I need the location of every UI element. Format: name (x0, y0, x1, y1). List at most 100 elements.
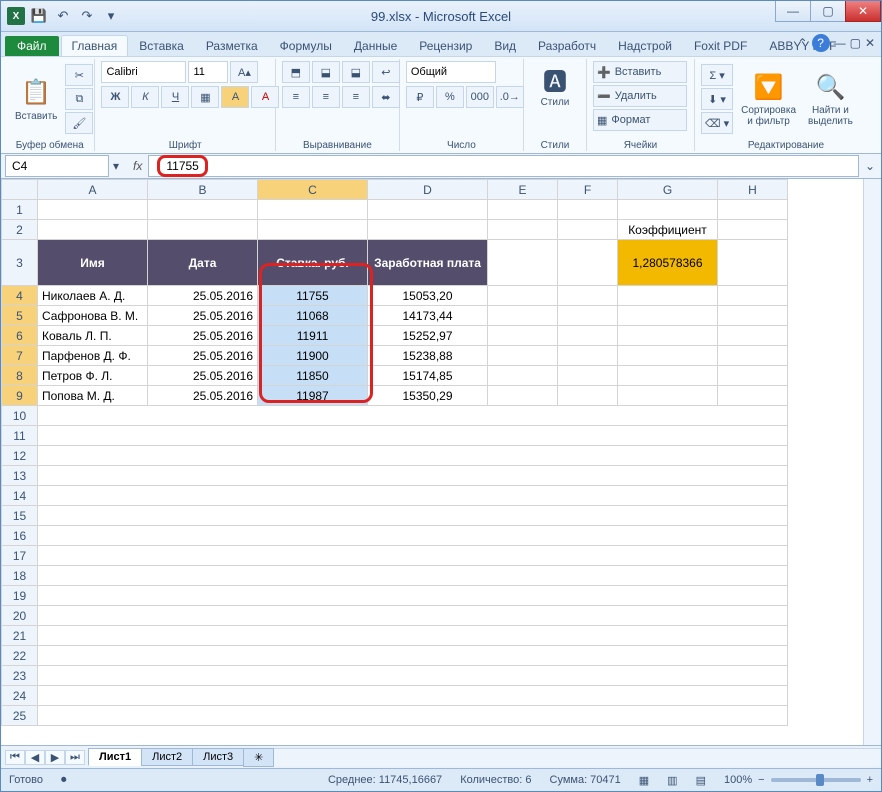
format-painter-button[interactable]: 🖌 (65, 112, 93, 134)
row-header-1[interactable]: 1 (2, 200, 38, 220)
row-header-2[interactable]: 2 (2, 220, 38, 240)
col-header-F[interactable]: F (558, 180, 618, 200)
merge-button[interactable]: ⬌ (372, 86, 400, 108)
row-header-22[interactable]: 22 (2, 646, 38, 666)
autosum-button[interactable]: Σ ▾ (701, 64, 733, 86)
sheet-tab-3[interactable]: Лист3 (192, 748, 244, 766)
row-header-20[interactable]: 20 (2, 606, 38, 626)
maximize-button[interactable]: ▢ (810, 1, 846, 22)
row-header-18[interactable]: 18 (2, 566, 38, 586)
tab-developer[interactable]: Разработч (527, 35, 607, 56)
cell-D4[interactable]: 15053,20 (368, 286, 488, 306)
align-middle-button[interactable]: ⬓ (312, 61, 340, 83)
delete-cells-button[interactable]: ➖ Удалить (593, 85, 687, 107)
select-all-corner[interactable] (2, 180, 38, 200)
row-header-17[interactable]: 17 (2, 546, 38, 566)
view-pagebreak-icon[interactable]: ▤ (696, 774, 706, 787)
name-box-dropdown-icon[interactable]: ▾ (113, 159, 119, 173)
header-rate[interactable]: Ставка. руб. (258, 240, 368, 286)
redo-button[interactable]: ↷ (77, 6, 97, 26)
styles-button[interactable]: 🅰 Стили (530, 61, 580, 110)
row-header-15[interactable]: 15 (2, 506, 38, 526)
row-header-24[interactable]: 24 (2, 686, 38, 706)
workbook-restore-icon[interactable]: ▢ (850, 36, 861, 50)
row-header-14[interactable]: 14 (2, 486, 38, 506)
name-box[interactable]: C4 (5, 155, 109, 177)
fx-icon[interactable]: fx (127, 159, 148, 173)
paste-button[interactable]: 📋 Вставить (11, 75, 61, 124)
cell-B7[interactable]: 25.05.2016 (148, 346, 258, 366)
horizontal-scrollbar[interactable] (274, 748, 881, 766)
col-header-D[interactable]: D (368, 180, 488, 200)
cell-D9[interactable]: 15350,29 (368, 386, 488, 406)
cell-D6[interactable]: 15252,97 (368, 326, 488, 346)
cell-C5[interactable]: 11068 (258, 306, 368, 326)
format-cells-button[interactable]: ▦ Формат (593, 109, 687, 131)
row-header-13[interactable]: 13 (2, 466, 38, 486)
vertical-scrollbar[interactable] (863, 179, 881, 745)
row-header-9[interactable]: 9 (2, 386, 38, 406)
sheet-nav-next-icon[interactable]: ▶ (45, 750, 65, 765)
cell-A9[interactable]: Попова М. Д. (38, 386, 148, 406)
undo-button[interactable]: ↶ (53, 6, 73, 26)
cell-C7[interactable]: 11900 (258, 346, 368, 366)
cell-C4[interactable]: 11755 (258, 286, 368, 306)
tab-addins[interactable]: Надстрой (607, 35, 683, 56)
row-header-25[interactable]: 25 (2, 706, 38, 726)
header-date[interactable]: Дата (148, 240, 258, 286)
insert-cells-button[interactable]: ➕ Вставить (593, 61, 687, 83)
row-header-8[interactable]: 8 (2, 366, 38, 386)
col-header-H[interactable]: H (718, 180, 788, 200)
sheet-tab-2[interactable]: Лист2 (141, 748, 193, 766)
formula-input[interactable]: 11755 (148, 155, 859, 177)
sort-filter-button[interactable]: 🔽 Сортировка и фильтр (737, 69, 800, 129)
cell-A8[interactable]: Петров Ф. Л. (38, 366, 148, 386)
tab-layout[interactable]: Разметка (195, 35, 269, 56)
italic-button[interactable]: К (131, 86, 159, 108)
cell-D8[interactable]: 15174,85 (368, 366, 488, 386)
align-left-button[interactable]: ≡ (282, 86, 310, 108)
zoom-in-button[interactable]: + (867, 774, 873, 786)
inc-decimal-button[interactable]: .0→ (496, 86, 524, 108)
col-header-E[interactable]: E (488, 180, 558, 200)
formula-expand-icon[interactable]: ⌄ (859, 159, 881, 173)
view-layout-icon[interactable]: ▥ (667, 774, 677, 787)
cell-C6[interactable]: 11911 (258, 326, 368, 346)
align-right-button[interactable]: ≡ (342, 86, 370, 108)
cell-A7[interactable]: Парфенов Д. Ф. (38, 346, 148, 366)
cell-A6[interactable]: Коваль Л. П. (38, 326, 148, 346)
underline-button[interactable]: Ч (161, 86, 189, 108)
tab-insert[interactable]: Вставка (128, 35, 195, 56)
worksheet-grid[interactable]: A B C D E F G H 1 2Коэффициент 3 Имя Дат… (1, 179, 788, 726)
row-header-4[interactable]: 4 (2, 286, 38, 306)
col-header-A[interactable]: A (38, 180, 148, 200)
qat-dropdown-icon[interactable]: ▾ (101, 6, 121, 26)
cell-A5[interactable]: Сафронова В. М. (38, 306, 148, 326)
ribbon-minimize-icon[interactable]: ⌃ (798, 36, 808, 50)
fill-button[interactable]: ⬇ ▾ (701, 88, 733, 110)
currency-button[interactable]: ₽ (406, 86, 434, 108)
save-button[interactable]: 💾 (29, 6, 49, 26)
col-header-C[interactable]: C (258, 180, 368, 200)
cell-B9[interactable]: 25.05.2016 (148, 386, 258, 406)
col-header-G[interactable]: G (618, 180, 718, 200)
header-name[interactable]: Имя (38, 240, 148, 286)
close-button[interactable]: ✕ (845, 1, 881, 22)
tab-review[interactable]: Рецензир (408, 35, 483, 56)
cell-C9[interactable]: 11987 (258, 386, 368, 406)
zoom-out-button[interactable]: − (758, 774, 764, 786)
row-header-5[interactable]: 5 (2, 306, 38, 326)
comma-button[interactable]: 000 (466, 86, 494, 108)
fill-color-button[interactable]: A (221, 86, 249, 108)
cell-B6[interactable]: 25.05.2016 (148, 326, 258, 346)
view-normal-icon[interactable]: ▦ (639, 774, 649, 787)
align-top-button[interactable]: ⬒ (282, 61, 310, 83)
zoom-level[interactable]: 100% (724, 774, 752, 786)
find-select-button[interactable]: 🔍 Найти и выделить (804, 69, 857, 129)
cell-G3[interactable]: 1,280578366 (618, 240, 718, 286)
copy-button[interactable]: ⧉ (65, 88, 93, 110)
cell-B5[interactable]: 25.05.2016 (148, 306, 258, 326)
grow-font-button[interactable]: A▴ (230, 61, 258, 83)
new-sheet-button[interactable]: ✳ (243, 748, 274, 767)
row-header-11[interactable]: 11 (2, 426, 38, 446)
